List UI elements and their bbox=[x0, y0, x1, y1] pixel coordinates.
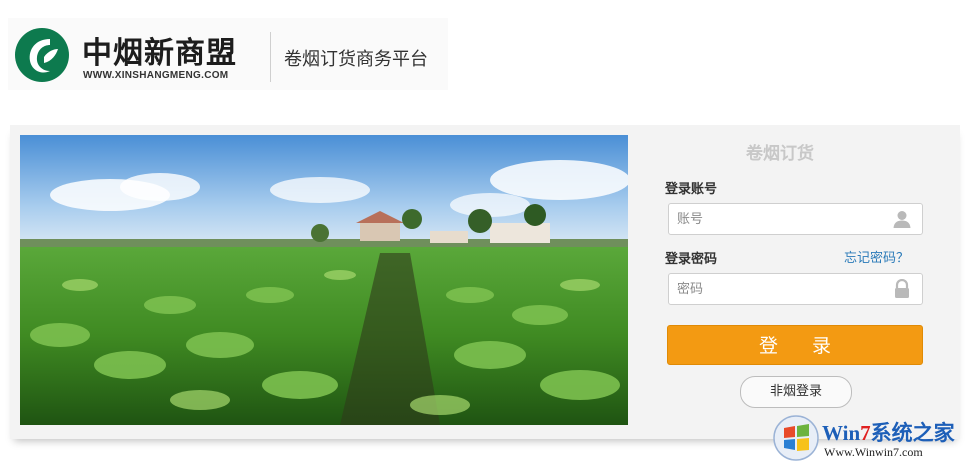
forgot-password-link[interactable]: 忘记密码？ bbox=[844, 247, 909, 266]
site-watermark: Win7系统之家 Www.Winwin7.com bbox=[772, 414, 972, 466]
user-icon bbox=[892, 209, 912, 229]
login-button[interactable]: 登 录 bbox=[667, 325, 923, 365]
login-panel: 卷烟订货 登录账号 登录密码 忘记密码？ 登 录 非烟登录 bbox=[10, 125, 960, 439]
brand-name: 中烟新商盟 bbox=[82, 36, 237, 71]
account-input[interactable] bbox=[677, 209, 877, 229]
password-input[interactable] bbox=[677, 279, 877, 299]
windows-logo-icon bbox=[772, 414, 820, 462]
login-form-title: 卷烟订货 bbox=[746, 144, 814, 164]
password-label: 登录密码 bbox=[665, 252, 718, 267]
watermark-title: Win7系统之家 bbox=[822, 417, 955, 447]
header-divider bbox=[270, 32, 271, 82]
password-field[interactable] bbox=[668, 273, 923, 305]
lock-icon bbox=[892, 278, 912, 299]
site-slogan: 卷烟订货商务平台 bbox=[284, 49, 428, 70]
watermark-title-seven: 7 bbox=[860, 421, 871, 445]
non-tobacco-login-button[interactable]: 非烟登录 bbox=[740, 376, 852, 408]
brand-url: WWW.XINSHANGMENG.COM bbox=[83, 70, 229, 81]
watermark-url: Www.Winwin7.com bbox=[824, 445, 923, 459]
account-label: 登录账号 bbox=[665, 182, 718, 197]
tobacco-field-photo bbox=[20, 135, 628, 425]
site-header: 中烟新商盟 WWW.XINSHANGMENG.COM 卷烟订货商务平台 bbox=[8, 18, 448, 90]
account-field[interactable] bbox=[668, 203, 923, 235]
brand-leaf-logo-icon bbox=[14, 27, 70, 83]
watermark-title-suffix: 系统之家 bbox=[870, 421, 955, 445]
watermark-title-prefix: Win bbox=[822, 421, 861, 445]
